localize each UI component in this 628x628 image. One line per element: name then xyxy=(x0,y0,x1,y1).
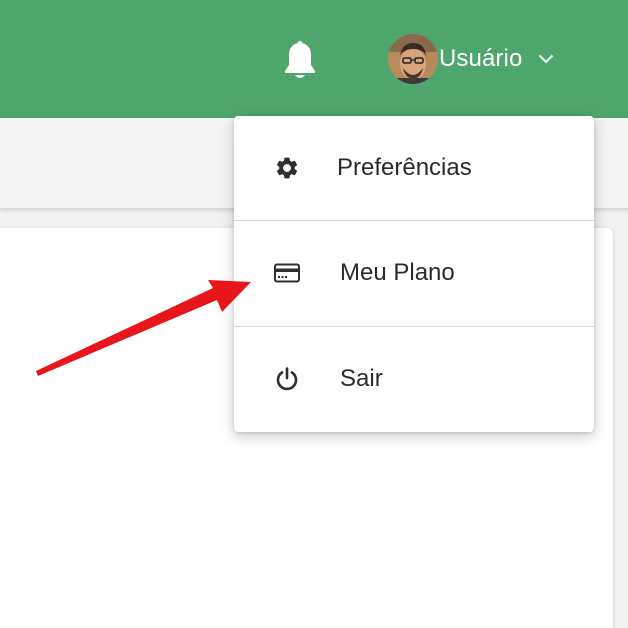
top-navigation-bar: Usuário xyxy=(0,0,628,118)
power-icon xyxy=(272,364,302,394)
user-menu-toggle[interactable]: Usuário xyxy=(388,33,556,85)
menu-item-label: Preferências xyxy=(337,154,472,181)
menu-item-logout[interactable]: Sair xyxy=(234,327,594,431)
credit-card-icon xyxy=(272,258,302,288)
menu-item-label: Meu Plano xyxy=(340,259,455,286)
chevron-down-icon[interactable] xyxy=(536,49,556,69)
menu-item-label: Sair xyxy=(340,365,383,392)
avatar[interactable] xyxy=(388,34,438,84)
user-dropdown-menu: Preferências Meu Plano Sair xyxy=(234,116,594,432)
menu-item-preferences[interactable]: Preferências xyxy=(234,116,594,220)
user-name[interactable]: Usuário xyxy=(439,45,522,73)
bell-icon[interactable] xyxy=(277,38,323,84)
menu-item-my-plan[interactable]: Meu Plano xyxy=(234,221,594,325)
gear-icon xyxy=(272,153,302,183)
